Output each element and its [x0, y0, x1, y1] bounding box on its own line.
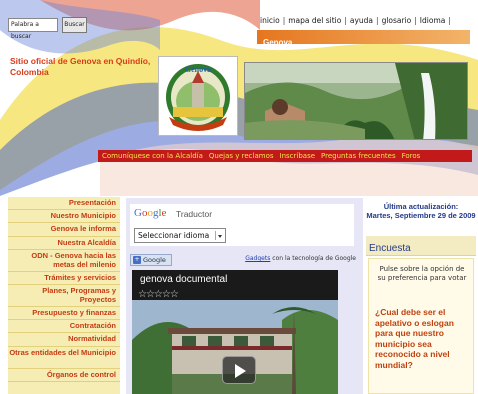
- sidebar-item-contratacion[interactable]: Contratación: [8, 320, 120, 334]
- secondary-navigation: Comuníquese con la Alcaldía Quejas y rec…: [98, 150, 472, 162]
- last-update-date: Martes, Septiembre 29 de 2009: [366, 211, 476, 220]
- poll-title: Encuesta: [369, 243, 411, 254]
- translator-label: Traductor: [176, 209, 213, 219]
- nav-link-quejas[interactable]: Quejas y reclamos: [209, 150, 280, 162]
- gadget-bar: + Google Gadgets con la tecnología de Go…: [130, 254, 358, 266]
- site-title: Sitio oficial de Genova en Quindío, Colo…: [10, 56, 151, 77]
- plus-icon: +: [133, 256, 141, 264]
- video-title: genova documental: [140, 274, 228, 285]
- language-select-value: Seleccionar idioma: [138, 231, 210, 240]
- sidebar-item-otras-entidades[interactable]: Otras entidades del Municipio: [8, 347, 120, 369]
- nav-link-ayuda[interactable]: ayuda: [347, 14, 376, 28]
- site-header: Palabra a buscar Buscar inicio | mapa del…: [0, 0, 478, 196]
- sidebar-item-organos-control[interactable]: Órganos de control: [8, 369, 120, 382]
- nav-link-inicio[interactable]: inicio: [257, 14, 283, 28]
- google-logo: Google: [134, 207, 167, 219]
- sidebar-menu: Presentación Nuestro Municipio Genova le…: [8, 197, 120, 394]
- nav-link-comuniquese[interactable]: Comuníquese con la Alcaldía: [102, 150, 209, 162]
- sidebar-item-genova-le-informa[interactable]: Genova le informa: [8, 223, 120, 237]
- municipality-logo[interactable]: Génova: [158, 56, 238, 136]
- last-update-label: Última actualización:: [383, 202, 459, 211]
- section-title: Genova: [263, 38, 293, 47]
- gadget-credit: Gadgets con la tecnología de Google: [245, 255, 356, 262]
- top-navigation: inicio | mapa del sitio | ayuda | glosario |…: [257, 14, 451, 28]
- search-button[interactable]: Buscar: [62, 17, 87, 33]
- language-select[interactable]: Seleccionar idioma: [134, 228, 226, 243]
- nav-link-inscribase[interactable]: Inscríbase: [280, 150, 322, 162]
- google-translator-widget: Google Traductor Seleccionar idioma: [130, 204, 354, 246]
- sidebar-item-odn[interactable]: ODN - Genova hacia las metas del milenio: [8, 250, 120, 272]
- sidebar-item-planes[interactable]: Planes, Programas y Proyectos: [8, 285, 120, 307]
- chevron-down-icon: [215, 231, 223, 240]
- poll-instructions: Pulse sobre la opción de su preferencia …: [377, 265, 467, 282]
- play-icon[interactable]: [222, 356, 256, 384]
- sidebar-item-nuestro-municipio[interactable]: Nuestro Municipio: [8, 210, 120, 224]
- nav-link-idioma[interactable]: Idioma: [417, 14, 449, 28]
- section-title-bar: Genova: [257, 30, 470, 47]
- search-input[interactable]: Palabra a buscar: [8, 18, 58, 40]
- rating-stars[interactable]: ☆☆☆☆☆: [138, 289, 179, 300]
- gadgets-link[interactable]: Gadgets: [245, 255, 270, 262]
- add-to-google-button[interactable]: + Google: [130, 254, 172, 266]
- poll-box: Pulse sobre la opción de su preferencia …: [368, 258, 474, 394]
- sidebar-item-tramites[interactable]: Trámites y servicios: [8, 272, 120, 285]
- logo-text: Génova: [184, 65, 212, 74]
- nav-link-mapa-del-sitio[interactable]: mapa del sitio: [285, 14, 344, 28]
- poll-header: Encuesta: [366, 236, 476, 256]
- sidebar-item-nuestra-alcaldia[interactable]: Nuestra Alcaldía: [8, 237, 120, 250]
- nav-link-glosario[interactable]: glosario: [379, 14, 415, 28]
- video-player[interactable]: genova documental ☆☆☆☆☆: [132, 270, 338, 394]
- nav-link-foros[interactable]: Foros: [402, 150, 427, 162]
- right-sidebar: Última actualización: Martes, Septiembre…: [366, 198, 478, 394]
- last-update-box: Última actualización: Martes, Septiembre…: [366, 200, 476, 234]
- poll-question: ¿Cual debe ser el apelativo o eslogan pa…: [375, 307, 454, 370]
- landscape-photo-illustration: [245, 63, 467, 139]
- main-content: Google Traductor Seleccionar idioma + Go…: [126, 198, 363, 394]
- nav-separator: |: [448, 16, 451, 25]
- sidebar-item-presupuesto[interactable]: Presupuesto y finanzas: [8, 307, 120, 321]
- sidebar-item-presentacion[interactable]: Presentación: [8, 197, 120, 211]
- sidebar-item-normatividad[interactable]: Normatividad: [8, 333, 120, 347]
- nav-link-preguntas[interactable]: Preguntas frecuentes: [321, 150, 402, 162]
- add-to-google-label: Google: [143, 256, 166, 264]
- header-landscape-photo: [244, 62, 468, 140]
- gadget-credit-text: con la tecnología de Google: [272, 255, 356, 262]
